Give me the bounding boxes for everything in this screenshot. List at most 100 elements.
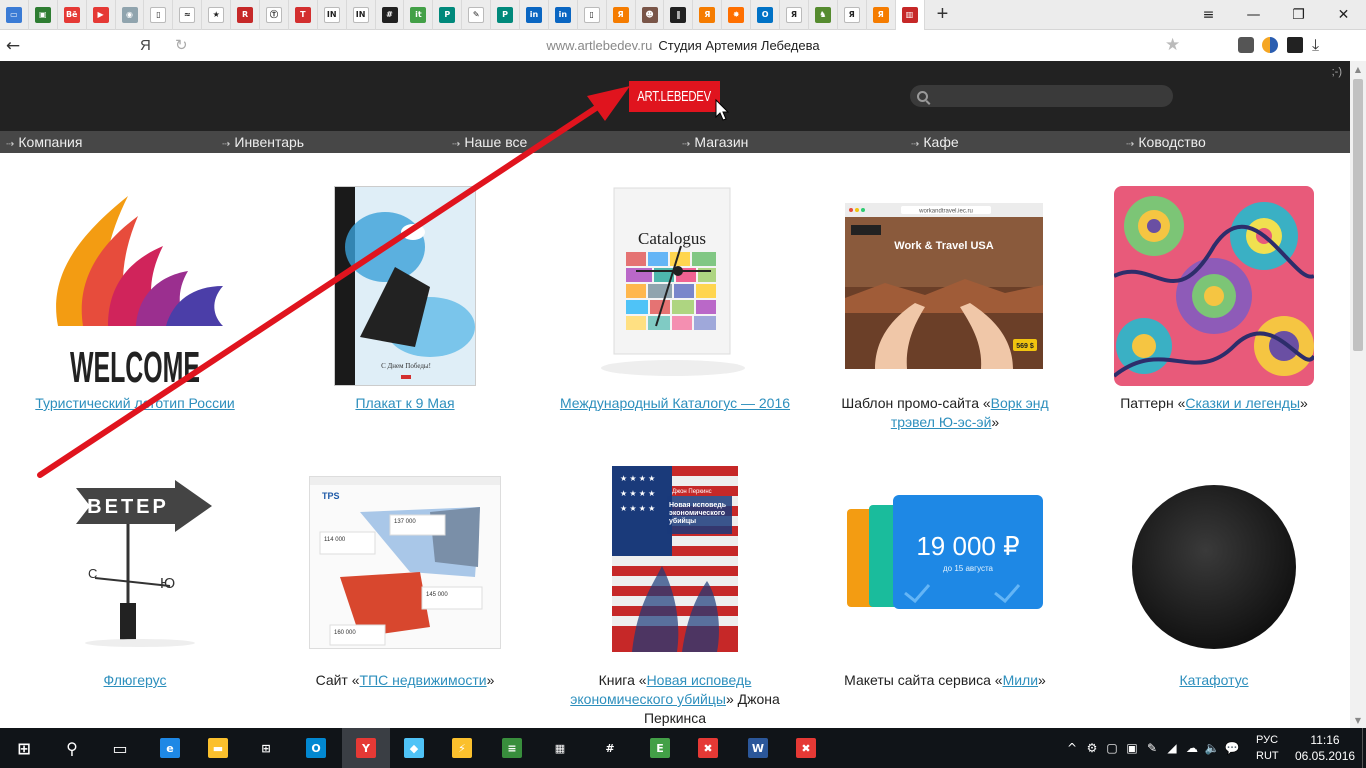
taskbar-button[interactable]: ✖ bbox=[782, 728, 830, 768]
bookmark-star-icon[interactable]: ★ bbox=[1165, 35, 1180, 55]
browser-tab[interactable]: P bbox=[491, 0, 521, 30]
browser-tab[interactable]: P bbox=[433, 0, 463, 30]
thumb-fairy-pattern[interactable] bbox=[1114, 186, 1314, 386]
link-tps-site[interactable]: ТПС недвижимости bbox=[360, 672, 487, 688]
site-search-input[interactable] bbox=[934, 89, 1164, 103]
extension-icon[interactable] bbox=[1287, 37, 1303, 53]
thumb-tps-site[interactable]: TPS 114 000 137 000 145 000 160 000 bbox=[309, 476, 501, 649]
browser-tab[interactable]: Ⓣ bbox=[260, 0, 289, 30]
tray-icon[interactable]: ▣ bbox=[1122, 741, 1142, 755]
browser-tab[interactable]: ▶ bbox=[87, 0, 116, 30]
link-fairy-pattern[interactable]: Сказки и легенды bbox=[1185, 395, 1300, 411]
minimize-button[interactable]: — bbox=[1231, 0, 1276, 30]
browser-tab[interactable]: R bbox=[231, 0, 261, 30]
taskbar-button[interactable]: O bbox=[292, 728, 340, 768]
corner-smiley[interactable]: ;-) bbox=[1332, 66, 1342, 78]
link-catalogus[interactable]: Международный Каталогус — 2016 bbox=[560, 395, 790, 411]
taskbar-button[interactable]: ▬ bbox=[194, 728, 242, 768]
link-russia-logo[interactable]: Туристический логотип России bbox=[35, 395, 234, 411]
thumb-katafotus[interactable] bbox=[1130, 485, 1298, 653]
link-katafotus[interactable]: Катафотус bbox=[1179, 672, 1248, 688]
tray-icon[interactable]: ⚙ bbox=[1082, 741, 1102, 755]
browser-tab[interactable]: T bbox=[289, 0, 318, 30]
extension-icon[interactable] bbox=[1238, 37, 1254, 53]
extension-icon[interactable] bbox=[1262, 37, 1278, 53]
link-book[interactable]: Новая исповедь экономического убийцы bbox=[570, 672, 751, 707]
browser-tab[interactable]: ◉ bbox=[116, 0, 145, 30]
taskbar-button[interactable]: ⚲ bbox=[48, 728, 96, 768]
restore-button[interactable]: ❐ bbox=[1276, 0, 1321, 30]
browser-tab[interactable]: in bbox=[549, 0, 578, 30]
taskbar-button[interactable]: ▦ bbox=[536, 728, 584, 768]
link-miles-site[interactable]: Мили bbox=[1003, 672, 1038, 688]
thumb-weathervane[interactable]: ВЕТЕР С Ю bbox=[60, 478, 220, 648]
link-weathervane[interactable]: Флюгерус bbox=[104, 672, 167, 688]
tray-icon[interactable]: 🔈 bbox=[1202, 741, 1222, 755]
browser-tab[interactable]: IN bbox=[318, 0, 347, 30]
browser-tab[interactable]: ▣ bbox=[29, 0, 58, 30]
thumb-catalogus[interactable]: Catalogus bbox=[596, 186, 751, 386]
site-search[interactable] bbox=[910, 85, 1173, 107]
taskbar-button[interactable]: W bbox=[734, 728, 782, 768]
browser-tab[interactable]: ‖ bbox=[664, 0, 694, 30]
thumb-miles-site[interactable]: 19 000 ₽ до 15 августа bbox=[845, 493, 1045, 618]
link-victory-poster[interactable]: Плакат к 9 Мая bbox=[355, 395, 454, 411]
browser-tab[interactable]: ✸ bbox=[722, 0, 752, 30]
browser-tab[interactable]: ▯ bbox=[144, 0, 174, 30]
taskbar-button[interactable]: e bbox=[146, 728, 194, 768]
taskbar-button[interactable]: ⚡ bbox=[438, 728, 486, 768]
nav-item-all[interactable]: ⇢ Наше все bbox=[452, 134, 527, 150]
browser-tab[interactable]: in bbox=[520, 0, 549, 30]
reload-icon[interactable]: ↻ bbox=[175, 36, 188, 54]
browser-tab[interactable]: ✎ bbox=[462, 0, 492, 30]
browser-tab[interactable]: ★ bbox=[202, 0, 232, 30]
nav-item-cafe[interactable]: ⇢ Кафе bbox=[911, 134, 959, 150]
browser-tab[interactable]: ♞ bbox=[809, 0, 838, 30]
site-logo[interactable]: ART.LEBEDEV bbox=[629, 81, 720, 112]
browser-tab[interactable]: ≈ bbox=[173, 0, 203, 30]
thumb-book[interactable]: ★ ★ ★ ★ ★ ★ ★ ★ ★ ★ ★ ★ Джон Перкинс Нов… bbox=[612, 466, 738, 652]
browser-tab[interactable]: IN bbox=[347, 0, 376, 30]
language-indicator[interactable]: РУС RUT bbox=[1256, 732, 1279, 764]
close-button[interactable]: ✕ bbox=[1321, 0, 1366, 30]
browser-tab[interactable]: Я bbox=[780, 0, 809, 30]
browser-tab[interactable]: Bē bbox=[58, 0, 87, 30]
browser-tab[interactable]: ▭ bbox=[0, 0, 29, 30]
scroll-down-arrow-icon[interactable]: ▼ bbox=[1350, 712, 1366, 728]
scrollbar-thumb[interactable] bbox=[1353, 79, 1363, 351]
tray-icon[interactable]: ◢ bbox=[1162, 741, 1182, 755]
taskbar-button[interactable]: # bbox=[586, 728, 634, 768]
yandex-logo-icon[interactable]: Я bbox=[140, 37, 151, 54]
new-tab-button[interactable]: + bbox=[925, 0, 961, 30]
browser-tab[interactable]: # bbox=[376, 0, 405, 30]
tray-icon[interactable]: 💬 bbox=[1222, 741, 1242, 755]
taskbar-button[interactable]: ▭ bbox=[96, 728, 144, 768]
clock[interactable]: 11:16 06.05.2016 bbox=[1295, 732, 1355, 764]
browser-tab[interactable]: Я bbox=[838, 0, 867, 30]
url-field[interactable]: www.artlebedev.ru Студия Артемия Лебедева bbox=[0, 38, 1366, 53]
browser-tab[interactable]: ▯ bbox=[578, 0, 607, 30]
taskbar-button[interactable]: ◆ bbox=[390, 728, 438, 768]
browser-tab[interactable]: ▥ bbox=[895, 0, 925, 30]
nav-item-shop[interactable]: ⇢ Магазин bbox=[682, 134, 748, 150]
taskbar-button[interactable]: ≡ bbox=[488, 728, 536, 768]
back-button[interactable]: ← bbox=[0, 36, 26, 56]
scroll-up-arrow-icon[interactable]: ▲ bbox=[1350, 61, 1366, 77]
taskbar-button[interactable]: ⊞ bbox=[242, 728, 290, 768]
browser-tab[interactable]: O bbox=[751, 0, 781, 30]
download-icon[interactable]: ⤓ bbox=[1312, 35, 1319, 55]
thumb-work-travel[interactable]: workandtravel.iec.ru Work & Travel USA 5… bbox=[845, 203, 1043, 369]
nav-item-kovodstvo[interactable]: ⇢ Ководство bbox=[1126, 134, 1206, 150]
browser-tab[interactable]: Я bbox=[607, 0, 636, 30]
show-desktop-button[interactable] bbox=[1362, 728, 1366, 768]
taskbar-button[interactable]: E bbox=[636, 728, 684, 768]
tray-icon[interactable]: ^ bbox=[1062, 741, 1082, 755]
browser-tab[interactable]: ☻ bbox=[636, 0, 665, 30]
tray-icon[interactable]: ☁ bbox=[1182, 741, 1202, 755]
tray-icon[interactable]: ▢ bbox=[1102, 741, 1122, 755]
thumb-victory-poster[interactable]: С Днем Победы! bbox=[334, 186, 476, 386]
browser-tab[interactable]: Я bbox=[693, 0, 723, 30]
thumb-russia-logo[interactable]: WELCOME bbox=[38, 186, 233, 392]
browser-menu-button[interactable]: ≡ bbox=[1186, 0, 1231, 30]
browser-tab[interactable]: Я bbox=[867, 0, 896, 30]
